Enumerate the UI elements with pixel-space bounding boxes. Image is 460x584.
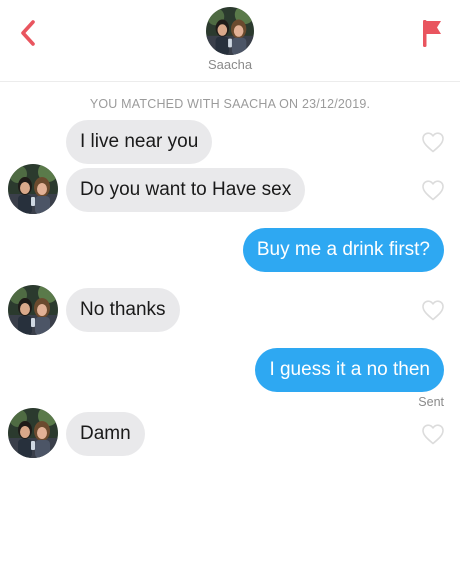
heart-outline-icon[interactable]	[421, 179, 445, 201]
report-button[interactable]	[416, 16, 446, 50]
report-flag-icon	[423, 20, 441, 47]
sent-status: Sent	[418, 395, 444, 409]
back-chevron-icon	[21, 20, 35, 46]
heart-outline-icon[interactable]	[421, 423, 445, 445]
profile-name[interactable]: Saacha	[0, 57, 460, 72]
sender-avatar[interactable]	[8, 408, 58, 458]
sender-avatar[interactable]	[8, 285, 58, 335]
message-bubble-incoming[interactable]: I live near you	[66, 120, 213, 164]
message-bubble-incoming[interactable]: Do you want to Have sex	[66, 168, 306, 212]
profile-avatar[interactable]	[206, 7, 254, 55]
message-bubble-outgoing[interactable]: I guess it a no then	[255, 348, 444, 392]
message-bubble-outgoing[interactable]: Buy me a drink first?	[242, 228, 444, 272]
back-button[interactable]	[14, 16, 44, 50]
chat-header: Saacha	[0, 0, 460, 82]
message-bubble-incoming[interactable]: Damn	[66, 412, 145, 456]
heart-outline-icon[interactable]	[421, 131, 445, 153]
message-bubble-incoming[interactable]: No thanks	[66, 288, 180, 332]
match-notice: YOU MATCHED WITH SAACHA ON 23/12/2019.	[89, 97, 371, 111]
heart-outline-icon[interactable]	[421, 299, 445, 321]
sender-avatar[interactable]	[8, 164, 58, 214]
